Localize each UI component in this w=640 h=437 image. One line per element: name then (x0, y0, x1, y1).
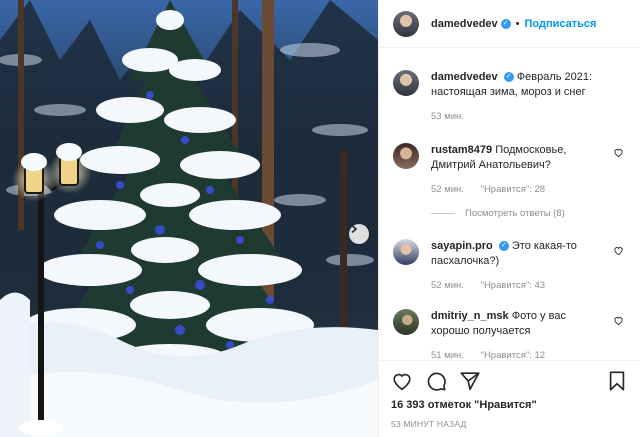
heart-icon[interactable] (391, 370, 413, 392)
post-author-username[interactable]: damedvedev (431, 18, 498, 30)
caption-time[interactable]: 53 мин. (431, 111, 464, 122)
replies-divider (431, 213, 455, 214)
caption: damedvedev ✓ Февраль 2021: настоящая зим… (393, 70, 630, 124)
comment-likes[interactable]: "Нравится": 28 (481, 184, 546, 195)
comments-list[interactable]: damedvedev ✓ Февраль 2021: настоящая зим… (379, 49, 640, 360)
avatar[interactable] (393, 239, 419, 265)
verified-icon: ✓ (503, 72, 514, 83)
winter-scene-image (0, 0, 378, 437)
comment-item: sayapin.pro ✓ Это какая-то пасхалочка?) … (393, 239, 630, 293)
caption-author[interactable]: damedvedev (431, 71, 498, 83)
separator-dot: • (515, 17, 520, 30)
comment-icon[interactable] (425, 370, 447, 392)
comment-author[interactable]: rustam8479 (431, 144, 492, 156)
comment-item: dmitriy_n_msk Фото у вас хорошо получает… (393, 309, 630, 360)
comment-author[interactable]: dmitriy_n_msk (431, 310, 509, 322)
view-replies-label: Посмотреть ответы (8) (465, 208, 565, 219)
comment-item: rustam8479 Подмосковье, Дмитрий Анатолье… (393, 143, 630, 197)
post-side-panel: damedvedev ✓ • Подписаться damedvedev ✓ … (378, 0, 640, 437)
view-replies-button[interactable]: Посмотреть ответы (8) (431, 208, 565, 219)
post-actions: 16 393 отметок "Нравится" 53 МИНУТ НАЗАД (379, 360, 640, 429)
avatar[interactable] (393, 10, 419, 37)
heart-icon[interactable] (613, 245, 624, 256)
bookmark-icon[interactable] (606, 370, 628, 392)
comment-time[interactable]: 51 мин. (431, 350, 464, 360)
chevron-right-icon (351, 224, 358, 234)
comment-time[interactable]: 52 мин. (431, 280, 464, 291)
likes-count[interactable]: 16 393 отметок "Нравится" (391, 399, 628, 411)
heart-icon[interactable] (613, 315, 624, 326)
avatar[interactable] (393, 309, 419, 335)
carousel-next-button[interactable] (349, 224, 369, 244)
action-bar (391, 369, 628, 393)
avatar[interactable] (393, 70, 419, 96)
post-header: damedvedev ✓ • Подписаться (379, 0, 640, 48)
comment-time[interactable]: 52 мин. (431, 184, 464, 195)
comment-likes[interactable]: "Нравится": 43 (481, 280, 546, 291)
comment-author[interactable]: sayapin.pro (431, 240, 493, 252)
share-icon[interactable] (459, 370, 481, 392)
verified-icon: ✓ (500, 18, 511, 29)
avatar[interactable] (393, 143, 419, 169)
post-timestamp[interactable]: 53 МИНУТ НАЗАД (391, 419, 628, 429)
verified-icon: ✓ (498, 241, 509, 252)
comment-likes[interactable]: "Нравится": 12 (481, 350, 546, 360)
post-photo[interactable] (0, 0, 378, 437)
heart-icon[interactable] (613, 147, 624, 158)
follow-button[interactable]: Подписаться (525, 18, 597, 30)
